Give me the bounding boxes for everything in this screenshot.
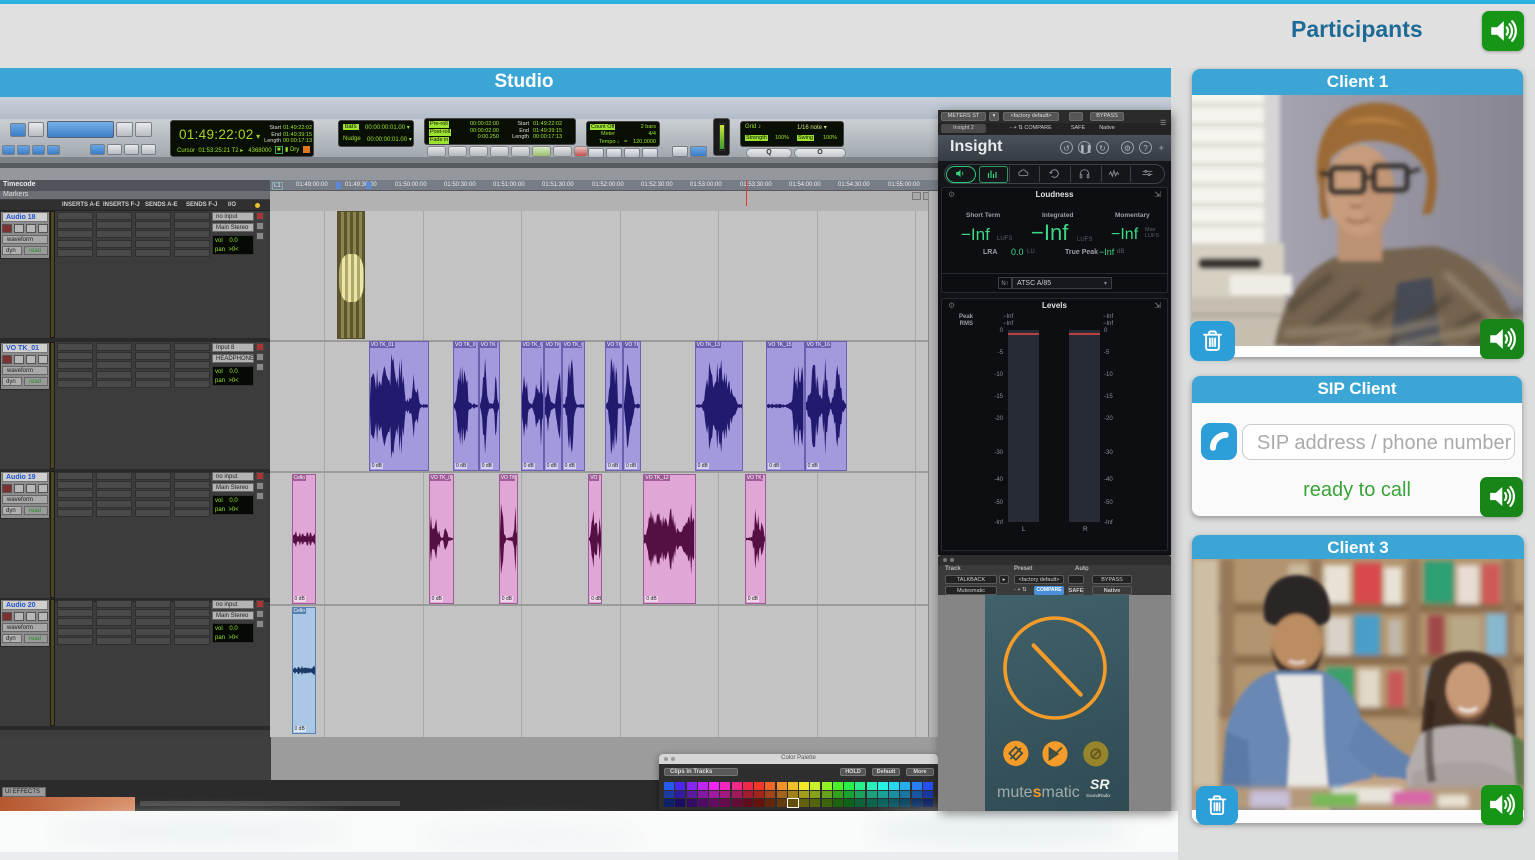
svg-text:mutesmatic: mutesmatic [997, 784, 1080, 801]
svg-text:SoundRadix: SoundRadix [1086, 793, 1111, 798]
svg-text:SR: SR [1090, 776, 1110, 792]
